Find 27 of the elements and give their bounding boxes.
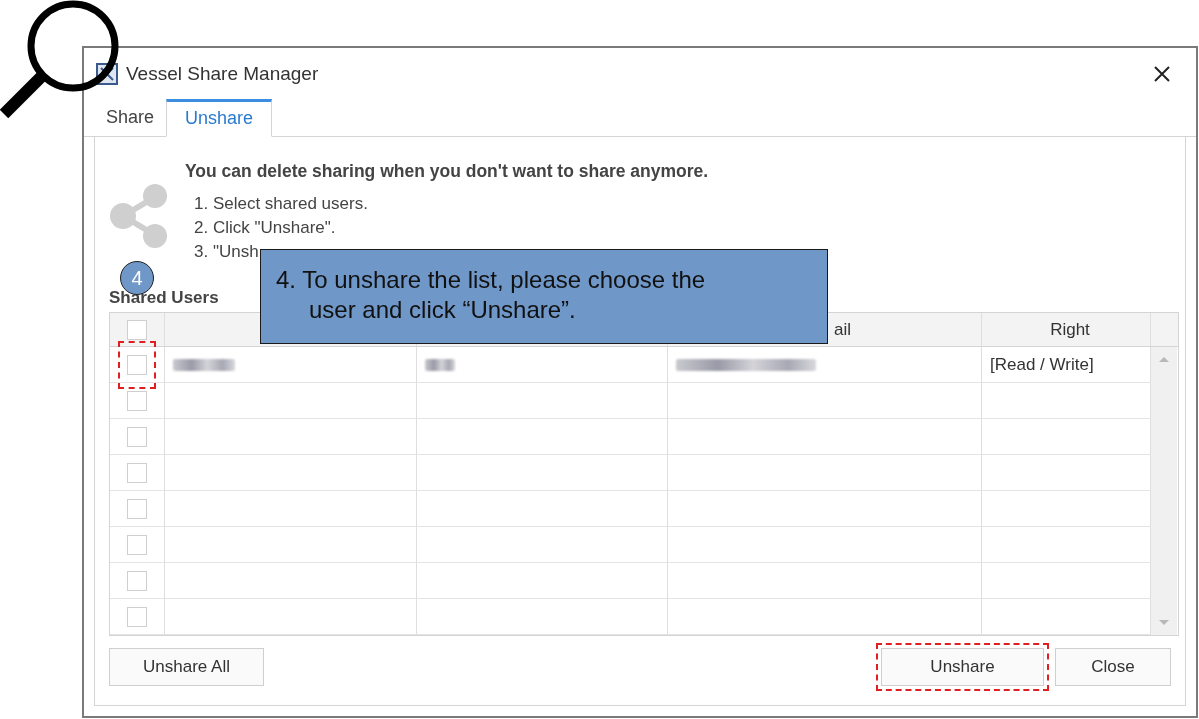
row-checkbox[interactable] (127, 462, 147, 483)
select-all-checkbox[interactable] (127, 319, 147, 340)
row-checkbox[interactable] (127, 534, 147, 555)
close-icon[interactable] (1154, 65, 1170, 82)
scroll-down-icon[interactable] (1158, 619, 1170, 627)
instruction-heading: You can delete sharing when you don't want to share anymore. (185, 161, 709, 182)
row-checkbox[interactable] (127, 606, 147, 627)
row-checkbox[interactable] (127, 498, 147, 519)
instruction-step: 1. Select shared users. (185, 192, 709, 216)
tab[interactable]: Share (94, 99, 167, 136)
scrollbar[interactable] (1151, 347, 1177, 635)
callout-note: 4. To unshare the list, please choose the user and click “Unshare”. (260, 249, 828, 344)
tab[interactable]: Unshare (166, 99, 273, 137)
column-header[interactable]: ail (834, 319, 851, 340)
share-icon (109, 183, 169, 249)
window-title: Vessel Share Manager (126, 62, 320, 85)
row-checkbox[interactable] (127, 390, 147, 411)
scroll-up-icon[interactable] (1158, 355, 1170, 363)
row-checkbox[interactable] (127, 426, 147, 447)
dialog-button[interactable]: Close (1055, 648, 1171, 686)
unshare-all-button[interactable]: Unshare All (109, 648, 264, 686)
table-cell: [Read / Write] (990, 354, 1094, 375)
row-checkbox[interactable] (127, 354, 147, 375)
dialog-button[interactable]: Unshare (881, 648, 1044, 686)
instruction-step: 2. Click "Unshare". (185, 216, 709, 240)
row-checkbox[interactable] (127, 570, 147, 591)
column-header[interactable]: Right (1050, 319, 1090, 340)
